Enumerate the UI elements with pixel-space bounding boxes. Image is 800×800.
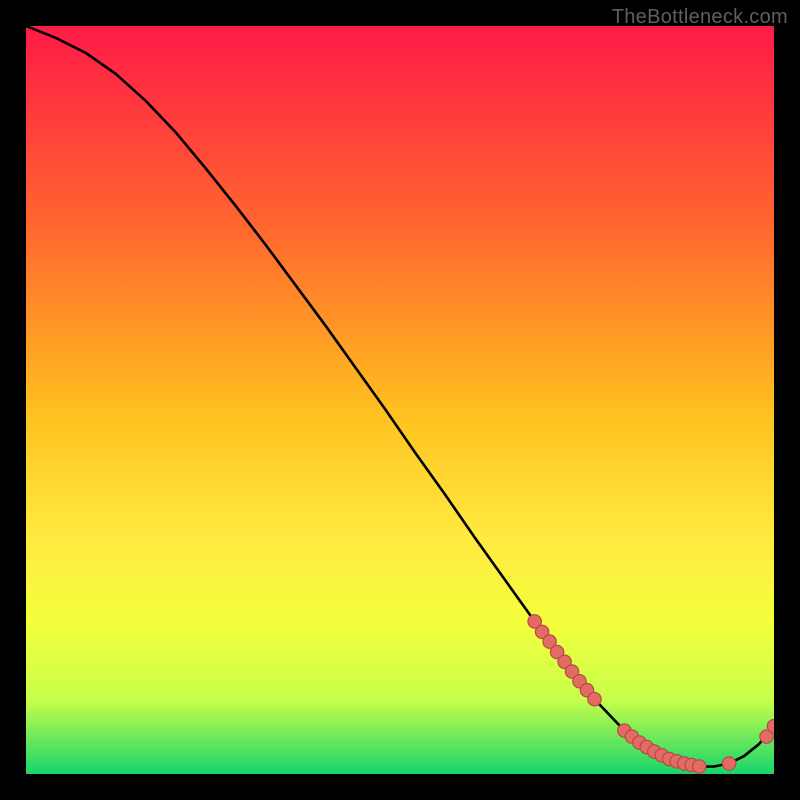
gradient-background <box>26 26 774 774</box>
data-marker <box>692 760 705 773</box>
data-marker <box>722 757 735 770</box>
chart-stage: TheBottleneck.com <box>0 0 800 800</box>
bottleneck-chart <box>26 26 774 774</box>
data-marker <box>588 692 601 705</box>
